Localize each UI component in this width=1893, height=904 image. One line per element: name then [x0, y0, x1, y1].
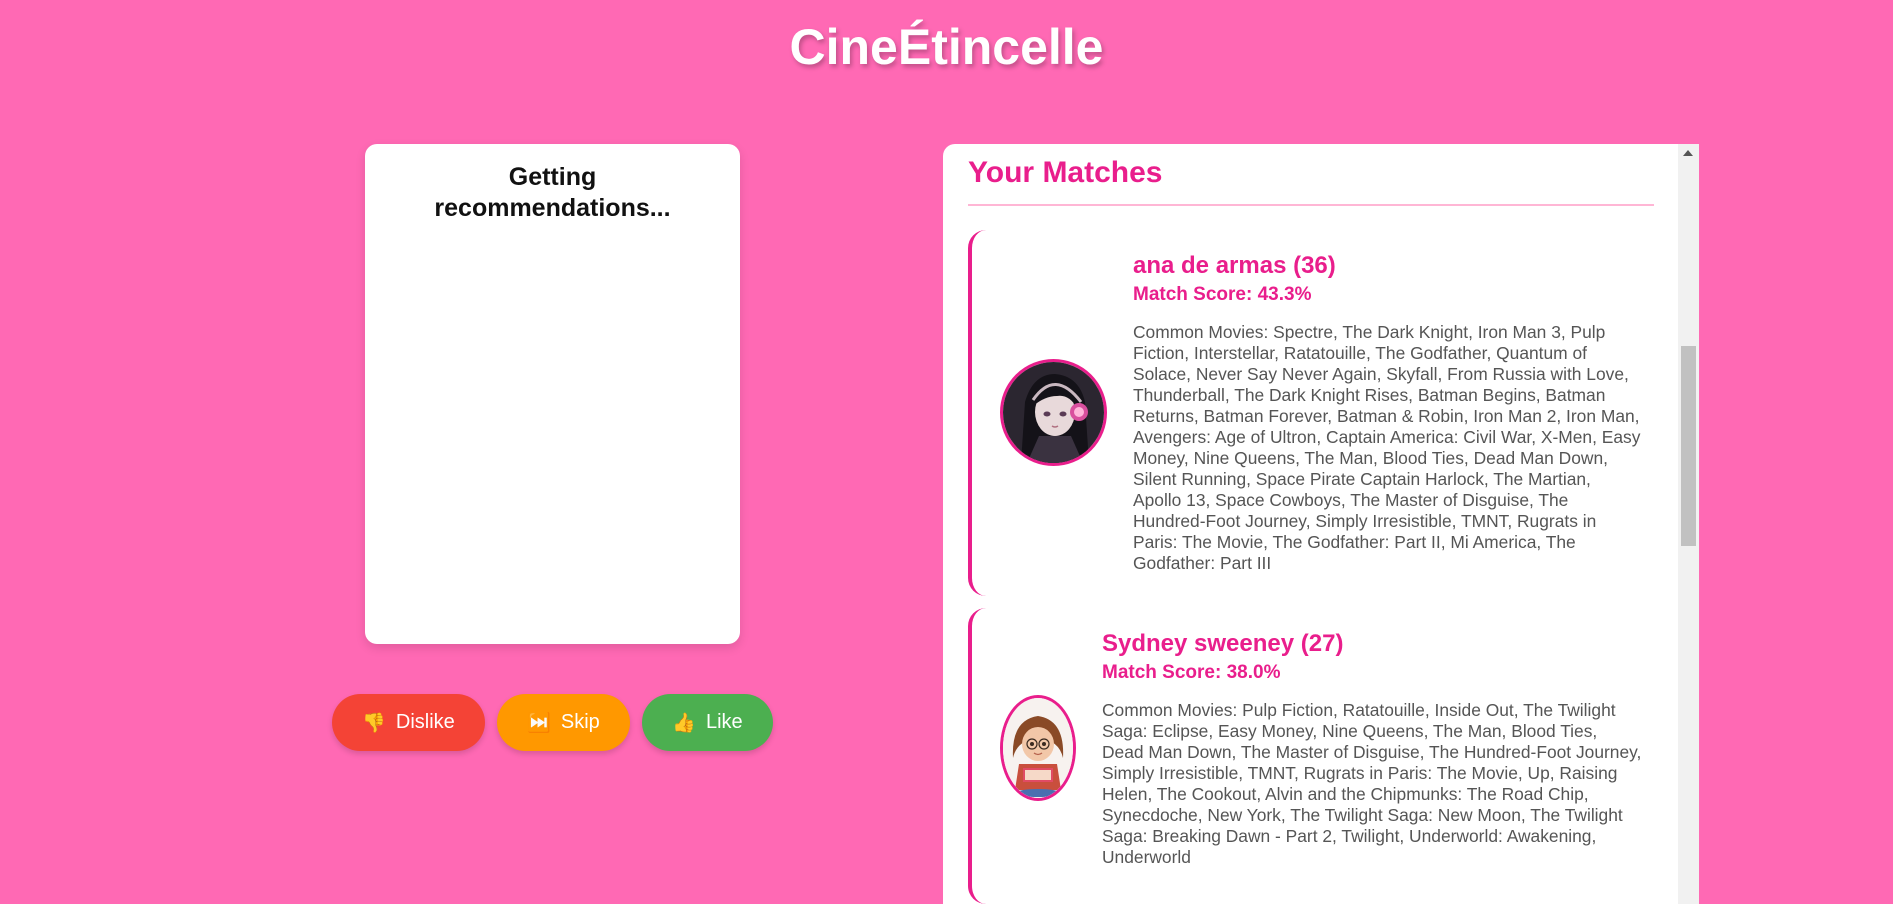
like-label: Like — [705, 711, 743, 733]
like-button[interactable]: 👍 Like — [642, 694, 773, 751]
scroll-up-arrow-icon[interactable] — [1683, 150, 1693, 156]
match-card[interactable]: ana de armas (36) Match Score: 43.3% Com… — [968, 230, 1654, 596]
match-name: ana de armas (36) — [1133, 252, 1336, 279]
match-card[interactable]: Sydney sweeney (27) Match Score: 38.0% C… — [968, 608, 1654, 904]
matches-divider — [968, 204, 1654, 206]
scroll-thumb[interactable] — [1681, 346, 1696, 546]
loading-status: Getting recommendations... — [434, 163, 671, 222]
match-score: Match Score: 38.0% — [1102, 662, 1281, 683]
matches-panel[interactable]: Your Matches ana de armas (36) Match Sco… — [943, 144, 1699, 904]
matches-title: Your Matches — [968, 156, 1163, 189]
skip-button[interactable]: ⏭️ Skip — [497, 694, 630, 751]
match-score: Match Score: 43.3% — [1133, 284, 1312, 305]
common-movies: Common Movies: Pulp Fiction, Ratatouille… — [1102, 700, 1642, 867]
cartoon-girl-avatar — [1000, 695, 1076, 801]
match-name: Sydney sweeney (27) — [1102, 630, 1344, 657]
dislike-label: Dislike — [395, 711, 455, 733]
recommendation-card: Getting recommendations... — [365, 144, 740, 644]
thumbs-up-icon: 👍 — [672, 712, 696, 734]
skip-forward-icon: ⏭️ — [527, 712, 551, 734]
skip-label: Skip — [560, 711, 600, 733]
dislike-button[interactable]: 👎 Dislike — [332, 694, 485, 751]
anime-girl-avatar — [1000, 359, 1107, 466]
common-movies: Common Movies: Spectre, The Dark Knight,… — [1133, 322, 1641, 573]
app-title: CineÉtincelle — [789, 19, 1104, 75]
thumbs-down-icon: 👎 — [362, 712, 386, 734]
matches-scrollbar[interactable] — [1678, 144, 1699, 904]
